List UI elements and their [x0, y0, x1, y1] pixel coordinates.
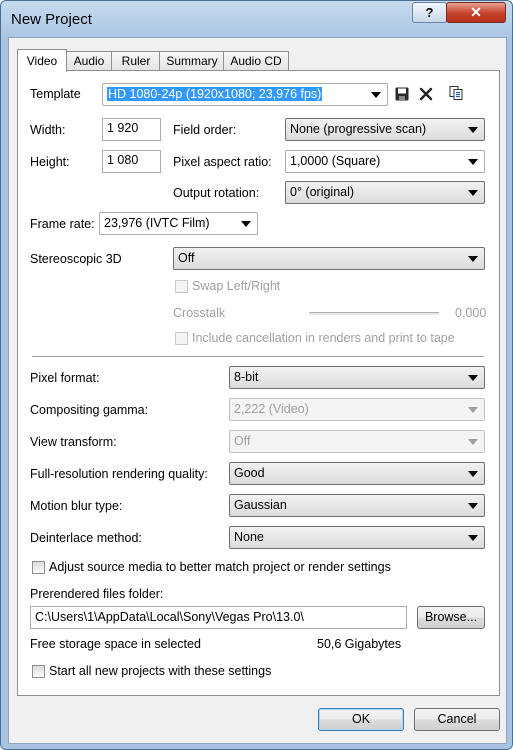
tab-audio[interactable]: Audio [65, 51, 113, 71]
chevron-down-icon [241, 221, 251, 227]
browse-button[interactable]: Browse... [417, 606, 485, 629]
adjust-source-label: Adjust source media to better match proj… [49, 560, 391, 574]
height-input[interactable]: 1 080 [102, 150, 161, 173]
render-quality-value: Good [234, 466, 265, 480]
compositing-gamma-select[interactable]: 2,222 (Video) [229, 398, 485, 421]
render-quality-select[interactable]: Good [229, 462, 485, 485]
help-button[interactable]: ? [412, 2, 447, 23]
crosstalk-value: 0,000 [455, 306, 487, 320]
tab-video[interactable]: Video [17, 49, 67, 72]
motion-blur-label: Motion blur type: [30, 499, 123, 513]
chevron-down-icon [468, 159, 478, 165]
prerendered-folder-label: Prerendered files folder: [30, 587, 164, 601]
chevron-down-icon [468, 503, 478, 509]
chevron-down-icon [468, 471, 478, 477]
view-transform-select[interactable]: Off [229, 430, 485, 453]
cancel-button[interactable]: Cancel [414, 708, 500, 731]
free-storage-value: 50,6 Gigabytes [317, 637, 402, 651]
chevron-down-icon [468, 127, 478, 133]
pixel-aspect-select[interactable]: 1,0000 (Square) [285, 150, 485, 173]
field-order-label: Field order: [173, 123, 237, 137]
chevron-down-icon [468, 375, 478, 381]
window-title: New Project [11, 11, 92, 28]
free-storage-label: Free storage space in selected [30, 637, 201, 651]
chevron-down-icon [371, 92, 381, 98]
compositing-gamma-value: 2,222 (Video) [234, 402, 309, 416]
video-settings-panel: Template HD 1080-24p (1920x1080; 23,976 … [17, 70, 500, 696]
stereoscopic-select[interactable]: Off [173, 247, 485, 270]
output-rotation-label: Output rotation: [173, 186, 260, 200]
new-project-dialog: New Project ? ✕ Video Audio Ruler Summar… [0, 0, 513, 750]
template-value: HD 1080-24p (1920x1080; 23,976 fps) [107, 87, 323, 101]
motion-blur-value: Gaussian [234, 498, 287, 512]
section-divider [32, 356, 484, 358]
crosstalk-label: Crosstalk [173, 306, 226, 320]
pixel-format-value: 8-bit [234, 370, 259, 384]
frame-rate-select[interactable]: 23,976 (IVTC Film) [99, 212, 258, 235]
include-cancellation-label: Include cancellation in renders and prin… [192, 331, 455, 345]
output-rotation-select[interactable]: 0° (original) [285, 181, 485, 204]
chevron-down-icon [468, 190, 478, 196]
copy-template-icon[interactable] [448, 85, 464, 101]
motion-blur-select[interactable]: Gaussian [229, 494, 485, 517]
width-input[interactable]: 1 920 [102, 118, 161, 141]
adjust-source-checkbox[interactable] [32, 561, 45, 574]
title-bar[interactable]: New Project ? ✕ [1, 1, 512, 37]
crosstalk-slider[interactable] [309, 312, 439, 316]
width-label: Width: [30, 123, 66, 137]
chevron-down-icon [468, 407, 478, 413]
frame-rate-value: 23,976 (IVTC Film) [104, 216, 210, 230]
pixel-aspect-label: Pixel aspect ratio: [173, 155, 272, 169]
template-select[interactable]: HD 1080-24p (1920x1080; 23,976 fps) [102, 83, 388, 106]
view-transform-value: Off [234, 434, 251, 448]
height-label: Height: [30, 155, 70, 169]
tab-audio-cd[interactable]: Audio CD [223, 51, 289, 71]
chevron-down-icon [468, 256, 478, 262]
chevron-down-icon [468, 439, 478, 445]
close-button[interactable]: ✕ [446, 2, 506, 23]
prerendered-folder-input[interactable]: C:\Users\1\AppData\Local\Sony\Vegas Pro\… [30, 606, 407, 629]
pixel-aspect-value: 1,0000 (Square) [290, 154, 381, 168]
tab-summary[interactable]: Summary [159, 51, 225, 71]
dialog-body: Video Audio Ruler Summary Audio CD Templ… [8, 37, 507, 744]
render-quality-label: Full-resolution rendering quality: [30, 467, 208, 481]
start-all-projects-label: Start all new projects with these settin… [49, 664, 272, 678]
save-icon[interactable] [394, 86, 410, 102]
view-transform-label: View transform: [30, 435, 117, 449]
chevron-down-icon [468, 535, 478, 541]
field-order-select[interactable]: None (progressive scan) [285, 118, 485, 141]
swap-left-right-label: Swap Left/Right [192, 279, 281, 293]
template-label: Template [30, 87, 81, 101]
delete-icon[interactable] [418, 86, 434, 102]
field-order-value: None (progressive scan) [290, 122, 427, 136]
start-all-projects-checkbox[interactable] [32, 665, 45, 678]
frame-rate-label: Frame rate: [30, 217, 95, 231]
pixel-format-label: Pixel format: [30, 371, 100, 385]
deinterlace-select[interactable]: None [229, 526, 485, 549]
deinterlace-value: None [234, 530, 264, 544]
tab-ruler[interactable]: Ruler [111, 51, 161, 71]
compositing-gamma-label: Compositing gamma: [30, 403, 149, 417]
stereoscopic-value: Off [178, 251, 195, 265]
pixel-format-select[interactable]: 8-bit [229, 366, 485, 389]
include-cancellation-checkbox[interactable] [175, 332, 188, 345]
ok-button[interactable]: OK [318, 708, 404, 731]
deinterlace-label: Deinterlace method: [30, 531, 142, 545]
stereoscopic-label: Stereoscopic 3D [30, 252, 122, 266]
output-rotation-value: 0° (original) [290, 185, 355, 199]
swap-left-right-checkbox[interactable] [175, 280, 188, 293]
